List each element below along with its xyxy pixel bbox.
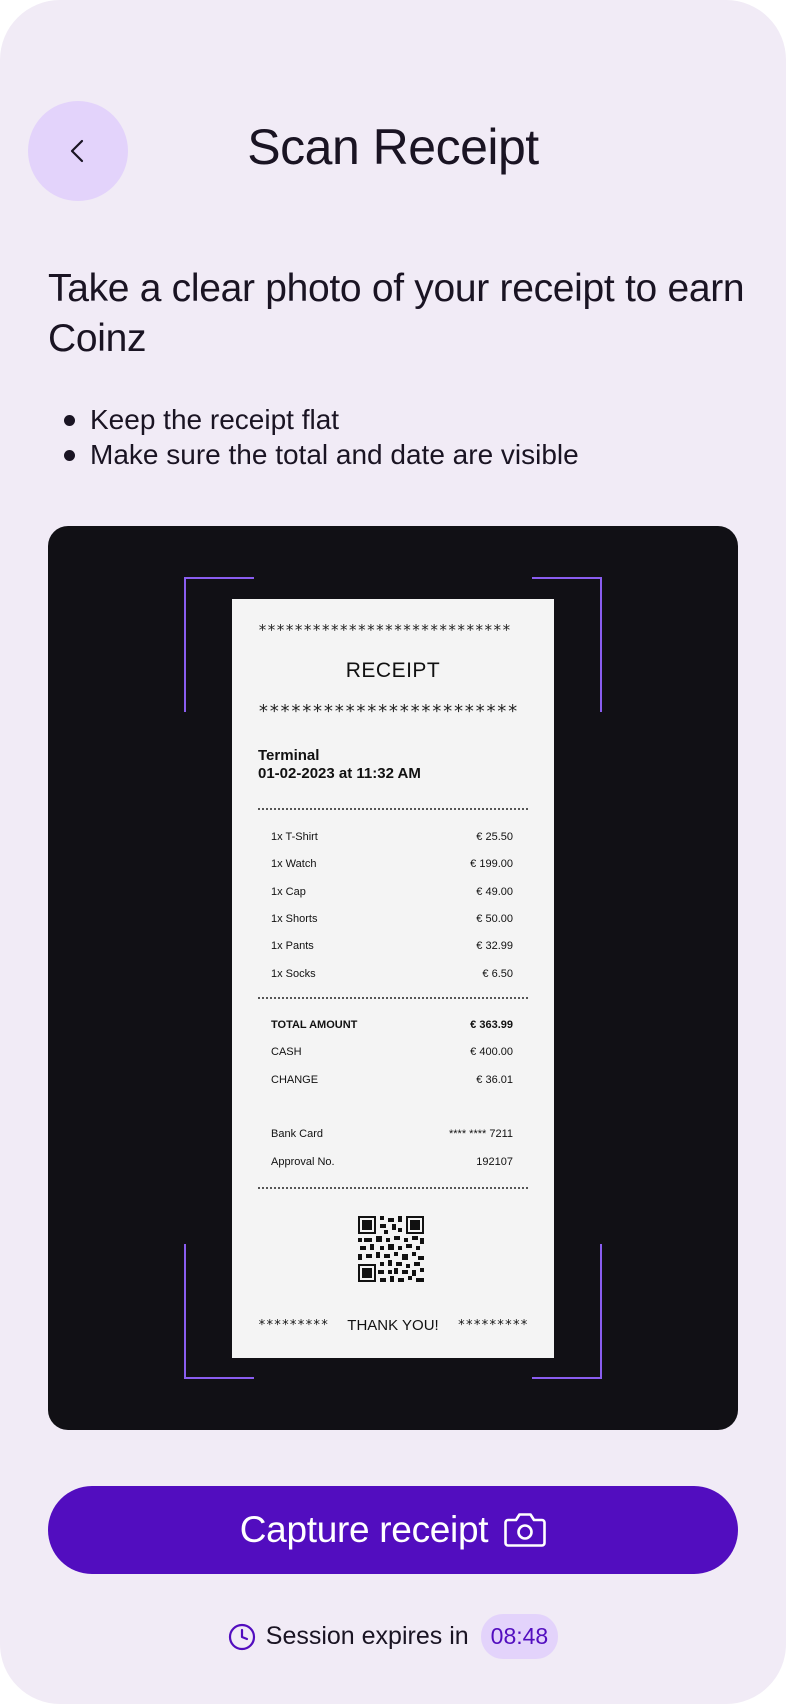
receipt-item-row: 1x T-Shirt € 25.50 bbox=[271, 831, 513, 843]
footer-stars-left: ********* bbox=[258, 1318, 329, 1333]
item-name: 1x Watch bbox=[271, 858, 317, 870]
receipt-item-row: 1x Cap € 49.00 bbox=[271, 886, 513, 898]
item-price: € 25.50 bbox=[476, 831, 513, 843]
capture-button-label: Capture receipt bbox=[239, 1509, 489, 1550]
receipt-footer: ********* THANK YOU! ********* bbox=[258, 1317, 528, 1334]
receipt-payment-row: Bank Card **** **** 7211 bbox=[271, 1128, 513, 1140]
camera-icon bbox=[504, 1513, 547, 1547]
item-price: € 49.00 bbox=[476, 886, 513, 898]
tip-item: Keep the receipt flat bbox=[62, 402, 579, 437]
item-price: € 199.00 bbox=[470, 858, 513, 870]
tip-item: Make sure the total and date are visible bbox=[62, 437, 579, 472]
receipt-divider bbox=[258, 808, 528, 810]
footer-thank-you: THANK YOU! bbox=[347, 1317, 439, 1334]
capture-receipt-button[interactable]: Capture receipt bbox=[48, 1486, 738, 1574]
receipt-payment-row: Approval No. 192107 bbox=[271, 1156, 513, 1168]
receipt-item-row: 1x Watch € 199.00 bbox=[271, 858, 513, 870]
payment-value: **** **** 7211 bbox=[448, 1128, 513, 1140]
receipt-terminal: Terminal 01-02-2023 at 11:32 AM bbox=[258, 747, 421, 783]
item-name: 1x Socks bbox=[271, 968, 316, 980]
receipt-divider bbox=[258, 997, 528, 999]
receipt-stars-mid: ************************ bbox=[258, 701, 519, 722]
receipt-title: RECEIPT bbox=[345, 659, 441, 682]
receipt-total-row: CASH € 400.00 bbox=[271, 1046, 513, 1058]
item-name: 1x Shorts bbox=[271, 913, 318, 925]
receipt-total-row: TOTAL AMOUNT € 363.99 bbox=[271, 1019, 513, 1031]
bullet-icon bbox=[64, 415, 75, 426]
scan-receipt-screen: Scan Receipt Take a clear photo of your … bbox=[0, 0, 786, 1704]
receipt-item-row: 1x Shorts € 50.00 bbox=[271, 913, 513, 925]
session-timer: 08:48 bbox=[480, 1614, 559, 1659]
receipt-item-row: 1x Socks € 6.50 bbox=[271, 968, 513, 980]
instructions-headline: Take a clear photo of your receipt to ea… bbox=[48, 267, 745, 360]
terminal-label: Terminal bbox=[258, 747, 320, 764]
item-price: € 50.00 bbox=[476, 913, 513, 925]
page-title: Scan Receipt bbox=[247, 119, 539, 175]
total-label: CHANGE bbox=[271, 1074, 319, 1086]
receipt-total-row: CHANGE € 36.01 bbox=[271, 1074, 513, 1086]
clock-icon bbox=[228, 1623, 255, 1650]
payment-label: Approval No. bbox=[271, 1156, 335, 1168]
item-price: € 6.50 bbox=[482, 968, 513, 980]
item-price: € 32.99 bbox=[476, 940, 513, 952]
receipt-preview: **************************** RECEIPT ***… bbox=[232, 599, 554, 1358]
bullet-icon bbox=[64, 450, 75, 461]
payment-value: 192107 bbox=[476, 1156, 513, 1168]
item-name: 1x Cap bbox=[271, 886, 306, 898]
total-label: CASH bbox=[271, 1046, 302, 1058]
item-name: 1x T-Shirt bbox=[271, 831, 318, 843]
tip-text: Keep the receipt flat bbox=[90, 404, 340, 435]
session-info: Session expires in 08:48 bbox=[0, 1614, 786, 1659]
item-name: 1x Pants bbox=[271, 940, 314, 952]
tips-list: Keep the receipt flat Make sure the tota… bbox=[62, 402, 579, 472]
total-value: € 36.01 bbox=[476, 1074, 513, 1086]
total-label: TOTAL AMOUNT bbox=[271, 1019, 358, 1031]
terminal-datetime: 01-02-2023 at 11:32 AM bbox=[258, 765, 421, 782]
total-value: € 363.99 bbox=[470, 1019, 513, 1031]
qr-code-icon bbox=[358, 1216, 424, 1282]
receipt-divider bbox=[258, 1187, 528, 1189]
receipt-stars-top: **************************** bbox=[258, 621, 511, 639]
total-value: € 400.00 bbox=[470, 1046, 513, 1058]
payment-label: Bank Card bbox=[271, 1128, 323, 1140]
tip-text: Make sure the total and date are visible bbox=[90, 439, 579, 470]
session-label: Session expires in bbox=[265, 1622, 469, 1650]
camera-viewfinder[interactable]: **************************** RECEIPT ***… bbox=[48, 526, 738, 1430]
footer-stars-right: ********* bbox=[457, 1318, 528, 1333]
receipt-item-row: 1x Pants € 32.99 bbox=[271, 940, 513, 952]
